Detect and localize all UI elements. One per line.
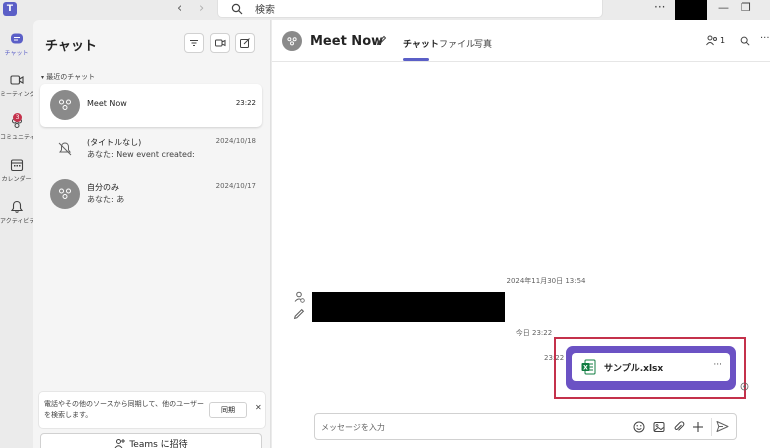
composer-divider <box>711 418 712 436</box>
group-icon <box>287 36 297 45</box>
rail-label: ミーティング <box>0 91 33 98</box>
sync-description: 電話やその他のソースから同期して、他のユーザーを検索します。 <box>44 400 204 419</box>
chat-preview: あなた: New event created: <box>87 150 195 159</box>
tab-photos[interactable]: 写真 <box>474 37 492 50</box>
video-icon <box>214 39 225 47</box>
section-label-text: 最近のチャット <box>46 73 96 81</box>
chat-name: 自分のみ <box>87 183 119 192</box>
video-icon <box>9 75 24 85</box>
active-tab-indicator <box>403 58 429 61</box>
restore-icon[interactable]: ❐ <box>741 1 751 14</box>
search-icon[interactable] <box>740 36 750 46</box>
bell-icon <box>10 200 23 213</box>
chat-list-title: チャット <box>45 39 97 54</box>
minimize-icon[interactable]: — <box>718 1 729 14</box>
chat-list-pane: チャット ▾ 最近のチャット Meet Now 23:22 (タイトルなし) あ… <box>33 20 271 448</box>
chat-name: Meet Now <box>87 99 127 108</box>
search-placeholder: 検索 <box>255 5 275 16</box>
participants-button[interactable]: 1 <box>706 35 725 46</box>
rail-label: カレンダー <box>1 176 32 183</box>
redacted-message <box>312 292 505 322</box>
group-icon <box>59 99 71 110</box>
compose-icon <box>240 38 250 48</box>
group-icon <box>59 188 71 199</box>
emoji-icon[interactable] <box>633 421 645 433</box>
rail-item-community[interactable]: 3 コミュニティ <box>0 113 33 141</box>
conversation-pane: Meet Now チャット ファイル 写真 1 ··· 2024年11月30日 … <box>272 20 770 448</box>
add-person-icon <box>114 438 126 448</box>
rail-label: コミュニティ <box>0 134 33 141</box>
conversation-header: Meet Now チャット ファイル 写真 1 ··· <box>272 20 770 62</box>
date-separator: 2024年11月30日 13:54 <box>506 277 586 285</box>
search-icon <box>231 3 243 14</box>
tab-chat[interactable]: チャット <box>403 37 439 50</box>
chat-preview: あなた: あ <box>87 195 125 204</box>
avatar <box>50 134 80 164</box>
rail-label: アクティビティ <box>0 218 33 225</box>
plus-icon[interactable] <box>692 421 704 433</box>
invite-label: Teams に招待 <box>129 439 188 448</box>
recent-chats-section[interactable]: ▾ 最近のチャット <box>41 72 95 82</box>
image-icon[interactable] <box>653 421 665 433</box>
notification-badge: 3 <box>13 113 22 122</box>
chat-icon <box>10 33 23 44</box>
pencil-icon <box>293 308 305 320</box>
tab-files[interactable]: ファイル <box>439 37 475 50</box>
message-input[interactable] <box>321 420 611 434</box>
close-icon[interactable]: ✕ <box>255 403 262 412</box>
chat-item-self[interactable]: 自分のみ あなた: あ 2024/10/17 <box>40 173 262 216</box>
rail-item-calendar[interactable]: カレンダー <box>0 158 33 183</box>
profile-avatar-redacted[interactable] <box>675 0 707 20</box>
person-status-icon <box>294 291 305 303</box>
conversation-avatar <box>282 31 302 51</box>
title-bar: T ‹ › 検索 ··· — ❐ <box>0 0 770 20</box>
filter-icon <box>190 40 198 46</box>
bell-off-icon <box>58 142 72 156</box>
more-options-icon[interactable]: ··· <box>760 33 770 44</box>
highlight-annotation <box>554 337 746 399</box>
read-receipt-icon <box>740 382 749 391</box>
chat-item-meet-now[interactable]: Meet Now 23:22 <box>40 84 262 127</box>
chat-name: (タイトルなし) <box>87 138 142 147</box>
invite-to-teams-button[interactable]: Teams に招待 <box>40 433 262 448</box>
search-input[interactable]: 検索 <box>217 0 603 18</box>
avatar <box>50 179 80 209</box>
teams-logo-icon: T <box>3 2 17 16</box>
calendar-icon <box>10 159 23 172</box>
rail-item-activity[interactable]: アクティビティ <box>0 200 33 225</box>
forward-arrow-icon[interactable]: › <box>199 1 204 17</box>
sync-button[interactable]: 同期 <box>209 402 247 418</box>
chat-time: 2024/10/18 <box>215 137 256 145</box>
attach-icon[interactable] <box>673 421 685 433</box>
rail-item-chat[interactable]: チャット <box>0 32 33 57</box>
chat-time: 2024/10/17 <box>215 182 256 190</box>
avatar <box>50 90 80 120</box>
send-icon[interactable] <box>716 420 729 433</box>
back-arrow-icon[interactable]: ‹ <box>177 1 182 17</box>
people-icon <box>706 35 717 46</box>
new-chat-button[interactable] <box>235 33 255 53</box>
chat-item-untitled[interactable]: (タイトルなし) あなた: New event created: 2024/10… <box>40 128 262 171</box>
chevron-down-icon: ▾ <box>41 74 45 81</box>
pencil-icon[interactable] <box>376 35 387 46</box>
message-composer <box>314 413 737 440</box>
meet-now-button[interactable] <box>210 33 230 53</box>
sync-contacts-card: 電話やその他のソースから同期して、他のユーザーを検索します。 同期 ✕ <box>38 391 266 429</box>
participant-count: 1 <box>720 36 726 45</box>
chat-time: 23:22 <box>235 99 256 107</box>
filter-button[interactable] <box>184 33 204 53</box>
conversation-title: Meet Now <box>310 34 384 49</box>
rail-label: チャット <box>4 50 29 57</box>
titlebar-more-button[interactable]: ··· <box>654 0 665 14</box>
app-rail: チャット ミーティング 3 コミュニティ カレンダー アクティビティ <box>0 20 33 448</box>
rail-item-meetings[interactable]: ミーティング <box>0 73 33 98</box>
